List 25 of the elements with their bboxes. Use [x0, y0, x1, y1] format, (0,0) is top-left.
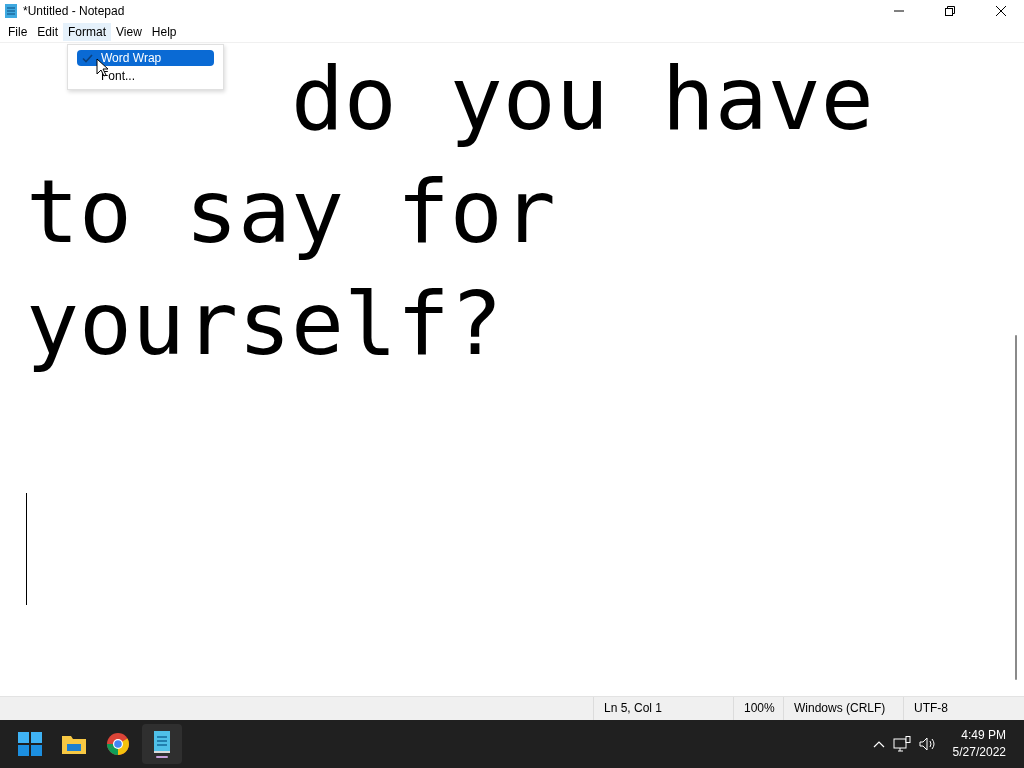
start-icon: [18, 732, 42, 756]
menu-item[interactable]: Edit: [32, 23, 64, 41]
browser-icon: [106, 732, 130, 756]
menu-option[interactable]: Word Wrap: [77, 50, 214, 66]
menu-item[interactable]: View: [111, 23, 147, 41]
network-icon[interactable]: [892, 736, 911, 752]
menu-item[interactable]: File: [3, 23, 33, 41]
notepad-icon: [151, 729, 173, 759]
folder-icon: [61, 733, 87, 755]
menu-option[interactable]: Font...: [77, 68, 214, 84]
chevron-up-icon[interactable]: [872, 740, 885, 748]
restore-icon: [945, 6, 955, 16]
window-title: *Untitled - Notepad: [23, 4, 126, 18]
clock-date: 5/27/2022: [952, 744, 1006, 761]
notepad-icon: [4, 3, 18, 19]
notepad-taskbar-button[interactable]: [142, 724, 182, 764]
clock-time: 4:49 PM: [961, 727, 1006, 744]
close-icon: [995, 5, 1007, 17]
document-line: do you have: [290, 46, 874, 152]
document-line: yourself?: [26, 271, 503, 377]
menu-item[interactable]: Format: [63, 23, 112, 41]
scroll-thumb[interactable]: [1015, 335, 1017, 680]
speaker-icon[interactable]: [918, 736, 937, 752]
menu-item[interactable]: Help: [146, 23, 182, 41]
document-line: to say for: [26, 158, 556, 265]
